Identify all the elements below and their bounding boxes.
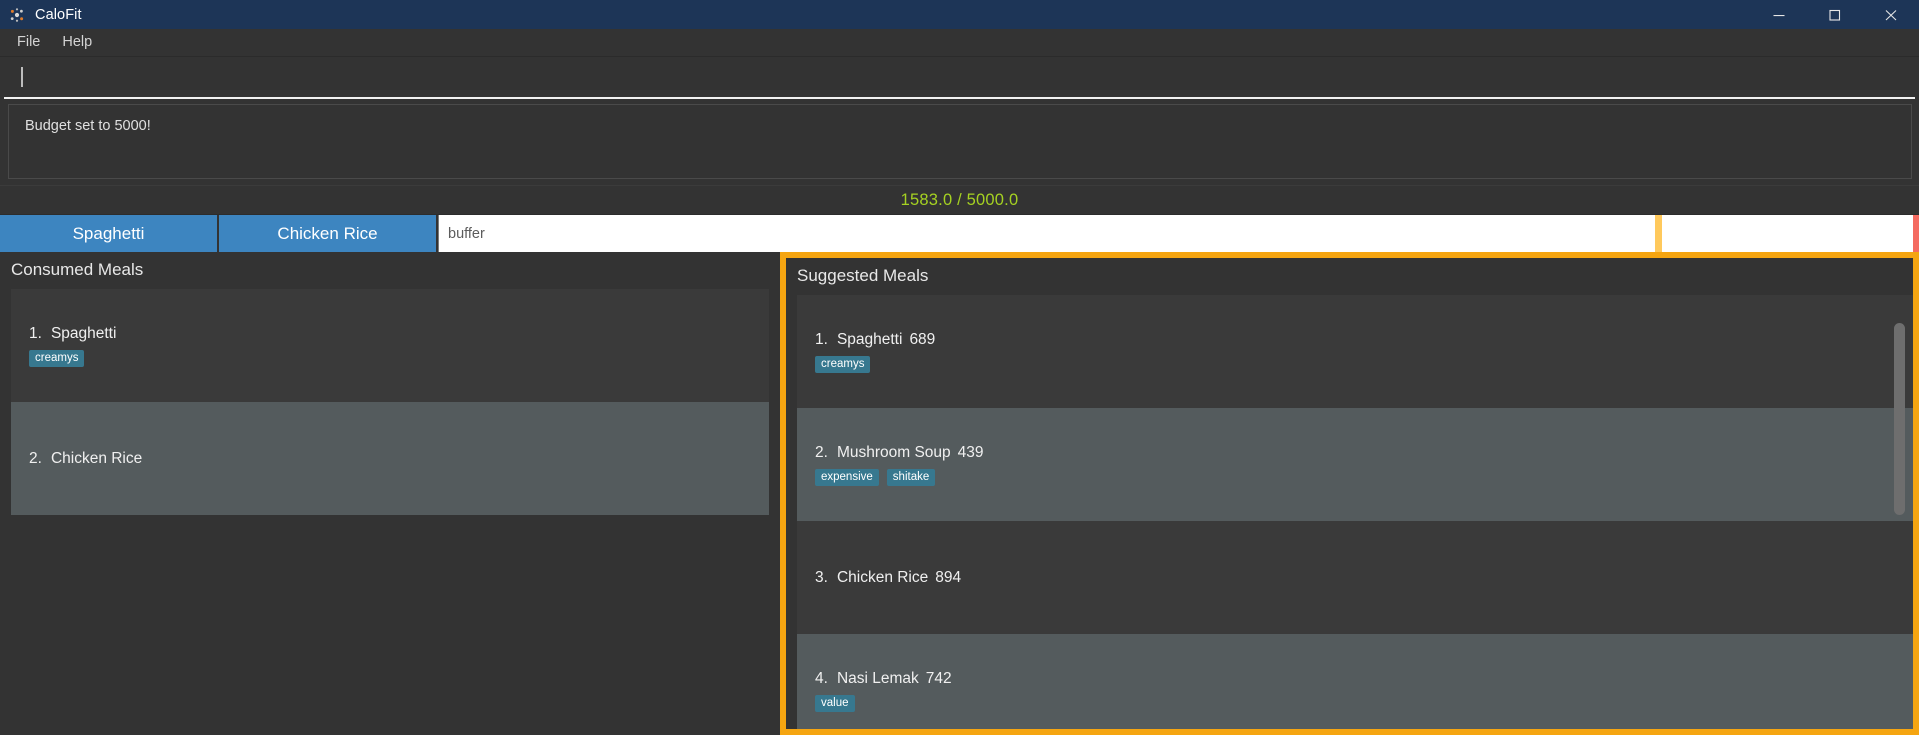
meal-list-item[interactable]: 2. Mushroom Soup 439 expensive shitake — [797, 408, 1913, 521]
tail-input[interactable] — [1662, 215, 1919, 252]
suggested-meals-list[interactable]: 1. Spaghetti 689 creamys 2. Mushroom Soup 439 e… — [797, 295, 1913, 729]
close-icon — [1885, 9, 1897, 20]
meal-tag: value — [815, 694, 855, 712]
meal-label: Nasi Lemak — [836, 669, 919, 687]
meal-name: 1. Spaghetti — [29, 325, 769, 343]
meal-button-spaghetti[interactable]: Spaghetti — [0, 215, 219, 252]
meal-name: 4. Nasi Lemak 742 — [815, 670, 1913, 688]
meal-list-item[interactable]: 3. Chicken Rice 894 — [797, 521, 1913, 634]
meal-name: 2. Chicken Rice — [29, 450, 769, 468]
meal-calories: 894 — [935, 568, 962, 586]
maximize-icon — [1829, 9, 1841, 21]
suggested-scrollbar[interactable] — [1894, 295, 1905, 729]
meal-name: 3. Chicken Rice 894 — [815, 569, 1913, 587]
meal-list-item[interactable]: 1. Spaghetti creamys — [11, 289, 769, 402]
buffer-marker — [1655, 215, 1662, 252]
suggested-scrollbar-thumb[interactable] — [1894, 323, 1905, 515]
consumed-meals-panel: Consumed Meals 1. Spaghetti creamys 2. Chick… — [0, 252, 780, 735]
meal-label: Spaghetti — [50, 324, 117, 342]
message-text: Budget set to 5000! — [25, 118, 151, 134]
consumed-meals-list[interactable]: 1. Spaghetti creamys 2. Chicken Rice — [11, 289, 769, 735]
app-window: CaloFit File Help Budget set to 5000! 15… — [0, 0, 1919, 735]
meal-index: 2. — [815, 443, 828, 461]
panels-container: Consumed Meals 1. Spaghetti creamys 2. Chick… — [0, 252, 1919, 735]
meal-tag-row: expensive shitake — [815, 468, 1913, 486]
suggested-meals-panel: Suggested Meals 1. Spaghetti 689 creamys 2. M… — [780, 252, 1919, 735]
meal-calories: 742 — [925, 669, 952, 687]
meal-index: 2. — [29, 449, 42, 467]
meal-tag: creamys — [29, 349, 85, 367]
suggested-meals-title: Suggested Meals — [797, 266, 929, 285]
meal-label: Mushroom Soup — [836, 443, 951, 461]
meal-list-item[interactable]: 2. Chicken Rice — [11, 402, 769, 515]
meal-index: 4. — [815, 669, 828, 687]
app-icon — [9, 7, 25, 23]
meal-name: 2. Mushroom Soup 439 — [815, 444, 1913, 462]
minimize-icon — [1773, 14, 1785, 16]
maximize-button[interactable] — [1807, 0, 1863, 29]
meal-list-item[interactable]: 1. Spaghetti 689 creamys — [797, 295, 1913, 408]
command-input-row — [0, 57, 1919, 99]
meal-index: 3. — [815, 568, 828, 586]
title-bar: CaloFit — [0, 0, 1919, 29]
meal-index: 1. — [815, 330, 828, 348]
consumed-meals-title: Consumed Meals — [11, 260, 144, 279]
menu-item-help[interactable]: Help — [51, 31, 103, 54]
meal-tag-row: value — [815, 694, 1913, 712]
command-input[interactable] — [4, 57, 1915, 99]
meal-button-chicken-rice[interactable]: Chicken Rice — [219, 215, 438, 252]
action-row: Spaghetti Chicken Rice buffer — [0, 214, 1919, 252]
menu-item-file[interactable]: File — [6, 31, 51, 54]
calorie-counter-row: 1583.0 / 5000.0 — [0, 185, 1919, 214]
meal-tag: expensive — [815, 468, 879, 486]
message-box: Budget set to 5000! — [8, 104, 1912, 179]
close-button[interactable] — [1863, 0, 1919, 29]
meal-calories: 439 — [957, 443, 984, 461]
meal-index: 1. — [29, 324, 42, 342]
meal-list-item[interactable]: 4. Nasi Lemak 742 value — [797, 634, 1913, 729]
meal-tag: creamys — [815, 355, 871, 373]
meal-label: Chicken Rice — [50, 449, 143, 467]
meal-label: Spaghetti — [836, 330, 903, 348]
meal-label: Chicken Rice — [836, 568, 929, 586]
window-title: CaloFit — [35, 6, 82, 23]
message-box-container: Budget set to 5000! — [0, 99, 1919, 185]
meal-tag: shitake — [886, 468, 936, 486]
calorie-counter: 1583.0 / 5000.0 — [900, 190, 1019, 209]
text-caret — [21, 67, 23, 87]
tail-marker — [1913, 215, 1919, 252]
meal-name: 1. Spaghetti 689 — [815, 331, 1913, 349]
minimize-button[interactable] — [1751, 0, 1807, 29]
buffer-input[interactable]: buffer — [438, 215, 1662, 252]
meal-calories: 689 — [909, 330, 936, 348]
meal-tag-row: creamys — [815, 355, 1913, 373]
menu-bar: File Help — [0, 29, 1919, 57]
meal-tag-row: creamys — [29, 349, 769, 367]
buffer-input-value: buffer — [448, 225, 485, 242]
